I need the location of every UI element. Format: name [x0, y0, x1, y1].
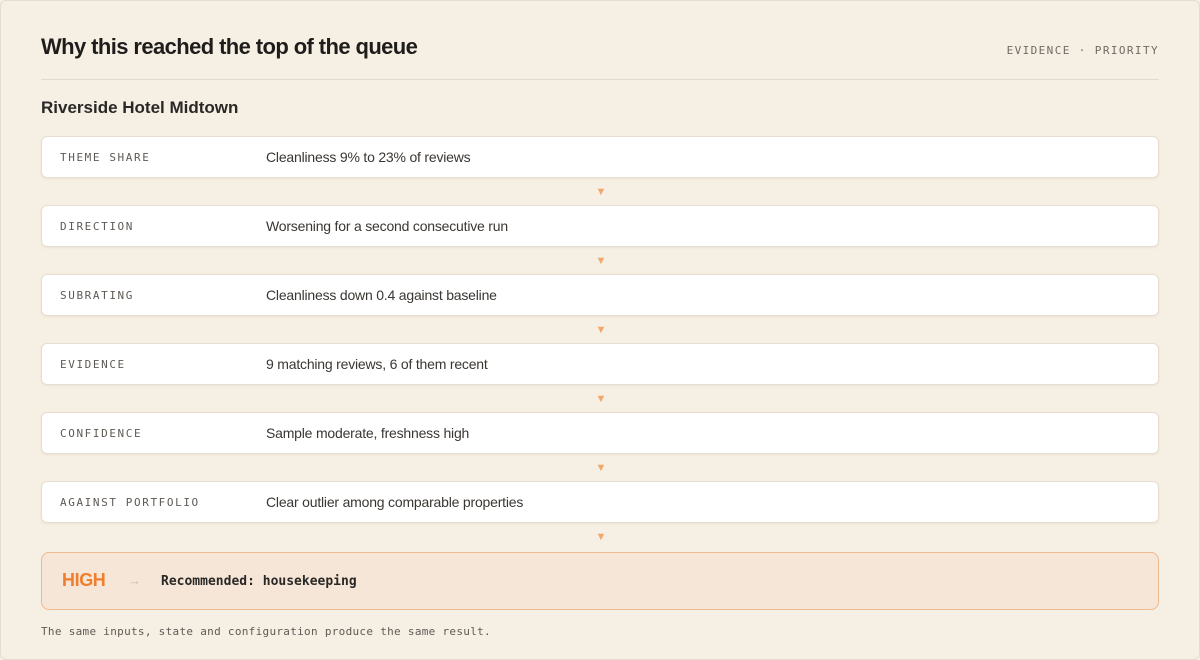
row-value: Cleanliness 9% to 23% of reviews [266, 149, 471, 165]
priority-badge: HIGH [62, 570, 106, 590]
row-value: Clear outlier among comparable propertie… [266, 494, 524, 510]
evidence-row-theme-share: THEME SHARE Cleanliness 9% to 23% of rev… [41, 136, 1159, 198]
section-tag: EVIDENCE · PRIORITY [1006, 44, 1159, 57]
connector-arrow-icon: ▼ [595, 531, 607, 543]
evidence-row-against-portfolio: AGAINST PORTFOLIO Clear outlier among co… [41, 481, 1159, 543]
arrow-right-icon: → [128, 573, 141, 588]
row-value: Worsening for a second consecutive run [266, 218, 508, 234]
evidence-row-subrating: SUBRATING Cleanliness down 0.4 against b… [41, 274, 1159, 336]
determinism-footnote: The same inputs, state and configuration… [41, 625, 491, 638]
connector-arrow-icon: ▼ [595, 324, 607, 336]
evidence-row-confidence: CONFIDENCE Sample moderate, freshness hi… [41, 412, 1159, 474]
evidence-row-direction: DIRECTION Worsening for a second consecu… [41, 205, 1159, 267]
page-title: Why this reached the top of the queue [41, 34, 418, 59]
row-label: AGAINST PORTFOLIO [60, 496, 200, 509]
row-label: THEME SHARE [60, 151, 151, 164]
connector-arrow-icon: ▼ [595, 393, 607, 405]
row-value: Cleanliness down 0.4 against baseline [266, 287, 497, 303]
row-label: CONFIDENCE [60, 427, 143, 440]
row-value: Sample moderate, freshness high [266, 425, 470, 441]
evidence-list: THEME SHARE Cleanliness 9% to 23% of rev… [41, 136, 1159, 550]
connector-arrow-icon: ▼ [595, 255, 607, 267]
evidence-row-evidence: EVIDENCE 9 matching reviews, 6 of them r… [41, 343, 1159, 405]
panel-header: Why this reached the top of the queue EV… [41, 32, 1159, 80]
row-label: SUBRATING [60, 289, 135, 302]
priority-result: HIGH → Recommended: housekeeping [41, 552, 1159, 610]
property-name: Riverside Hotel Midtown [41, 98, 239, 117]
connector-arrow-icon: ▼ [595, 462, 607, 474]
recommendation-text: Recommended: housekeeping [161, 574, 357, 589]
row-value: 9 matching reviews, 6 of them recent [266, 356, 488, 372]
row-label: DIRECTION [60, 220, 135, 233]
connector-arrow-icon: ▼ [595, 186, 607, 198]
row-label: EVIDENCE [60, 358, 126, 371]
